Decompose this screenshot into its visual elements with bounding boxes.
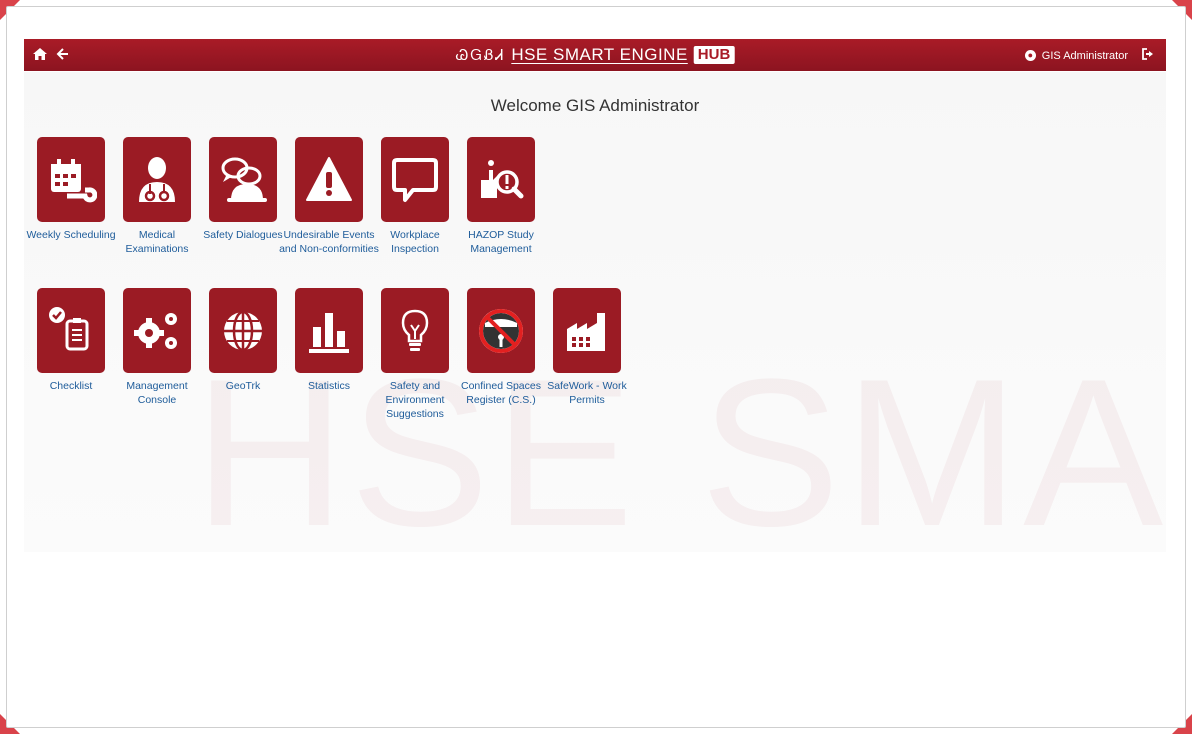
module-label[interactable]: Checklist <box>21 379 121 393</box>
arrow-left-icon[interactable] <box>54 46 70 67</box>
module-icon-box <box>467 137 535 222</box>
module-safety-dialogues[interactable]: Safety Dialogues <box>203 137 283 242</box>
module-label[interactable]: Safety and Environment Suggestions <box>365 379 465 421</box>
speech-bubble-icon <box>392 157 438 202</box>
module-icon-box <box>467 288 535 373</box>
brand-hub-badge: HUB <box>693 46 735 64</box>
module-icon-box <box>381 288 449 373</box>
module-statistics[interactable]: Statistics <box>294 288 364 393</box>
module-label[interactable]: Workplace Inspection <box>365 228 465 256</box>
module-safework-permits[interactable]: SafeWork - Work Permits <box>547 288 627 407</box>
user-name[interactable]: GIS Administrator <box>1042 50 1128 62</box>
module-workplace-inspection[interactable]: Workplace Inspection <box>380 137 450 256</box>
calendar-wrench-icon <box>51 158 97 202</box>
top-navbar: ᏊᏀᏰᏗ HSE SMART ENGINE HUB ● GIS Administ… <box>24 39 1166 71</box>
module-confined-spaces[interactable]: Confined Spaces Register (C.S.) <box>461 288 541 407</box>
checklist-icon <box>49 306 89 350</box>
warning-icon <box>306 156 352 201</box>
module-label[interactable]: Statistics <box>279 379 379 393</box>
bar-chart-icon <box>309 312 349 353</box>
module-icon-box <box>553 288 621 373</box>
lightbulb-icon <box>401 309 429 351</box>
module-weekly-scheduling[interactable]: Weekly Scheduling <box>26 137 116 242</box>
module-undesirable-events[interactable]: Undesirable Events and Non-conformities <box>279 137 379 256</box>
factory-search-icon <box>481 159 524 198</box>
module-label[interactable]: Weekly Scheduling <box>21 228 121 242</box>
module-icon-box <box>123 288 191 373</box>
gears-icon <box>134 312 177 349</box>
brand-name: HSE SMART ENGINE <box>511 45 688 64</box>
module-label[interactable]: SafeWork - Work Permits <box>537 379 637 407</box>
dialogue-helmet-icon <box>221 157 267 202</box>
user-icon: ● <box>1024 50 1036 61</box>
home-icon[interactable] <box>32 46 48 67</box>
module-label[interactable]: Undesirable Events and Non-conformities <box>279 228 379 256</box>
module-label[interactable]: HAZOP Study Management <box>451 228 551 256</box>
nav-icons <box>32 46 70 67</box>
globe-icon <box>224 310 262 351</box>
module-label[interactable]: GeoTrk <box>193 379 293 393</box>
logout-icon[interactable] <box>1142 47 1156 64</box>
module-label[interactable]: Confined Spaces Register (C.S.) <box>451 379 551 407</box>
doctor-icon <box>139 156 175 202</box>
app-brand[interactable]: ᏊᏀᏰᏗ HSE SMART ENGINE HUB <box>456 45 735 65</box>
module-icon-box <box>37 288 105 373</box>
user-menu[interactable]: ● GIS Administrator <box>1024 47 1156 64</box>
no-entry-icon <box>479 308 523 353</box>
module-icon-box <box>295 288 363 373</box>
module-safety-suggestions[interactable]: Safety and Environment Suggestions <box>380 288 450 421</box>
module-checklist[interactable]: Checklist <box>36 288 106 393</box>
module-hazop-study[interactable]: HAZOP Study Management <box>466 137 536 256</box>
factory-icon <box>567 312 605 351</box>
module-icon-box <box>295 137 363 222</box>
module-icon-box <box>381 137 449 222</box>
module-label[interactable]: Management Console <box>107 379 207 407</box>
module-geotrk[interactable]: GeoTrk <box>208 288 278 393</box>
module-label[interactable]: Medical Examinations <box>107 228 207 256</box>
module-label[interactable]: Safety Dialogues <box>193 228 293 242</box>
module-medical-examinations[interactable]: Medical Examinations <box>122 137 192 256</box>
module-icon-box <box>209 288 277 373</box>
module-icon-box <box>37 137 105 222</box>
welcome-heading: Welcome GIS Administrator <box>490 96 700 115</box>
module-icon-box <box>123 137 191 222</box>
module-management-console[interactable]: Management Console <box>122 288 192 407</box>
module-icon-box <box>209 137 277 222</box>
brand-glyphs: ᏊᏀᏰᏗ <box>455 46 506 64</box>
